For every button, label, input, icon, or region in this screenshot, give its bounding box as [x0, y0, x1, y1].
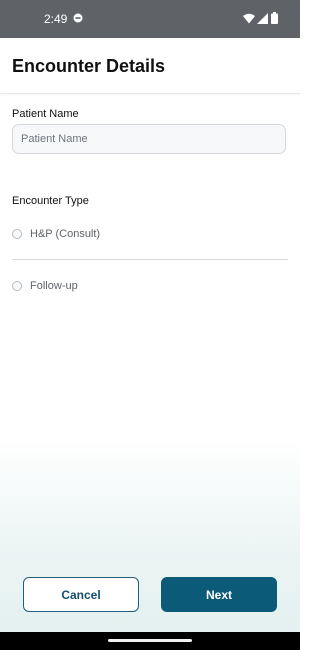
header: Encounter Details — [0, 38, 300, 94]
divider — [12, 259, 288, 260]
patient-name-input[interactable] — [12, 124, 286, 154]
encounter-type-option-follow-up[interactable]: Follow-up — [12, 278, 78, 294]
radio-unchecked-icon[interactable] — [12, 229, 22, 239]
system-navigation-bar — [0, 632, 300, 650]
radio-unchecked-icon[interactable] — [12, 281, 22, 291]
encounter-type-label: Encounter Type — [12, 195, 89, 207]
encounter-details-screen: 2:49 Encounter Details Patient Name Enco… — [0, 0, 300, 650]
app-notification-icon — [73, 13, 83, 23]
home-gesture-handle[interactable] — [108, 639, 192, 642]
next-button[interactable]: Next — [161, 577, 277, 612]
status-bar: 2:49 — [0, 0, 300, 38]
status-time: 2:49 — [44, 12, 68, 26]
radio-option-label: Follow-up — [30, 280, 78, 292]
cancel-button[interactable]: Cancel — [23, 577, 139, 612]
patient-name-label: Patient Name — [12, 108, 79, 120]
signal-icon — [257, 13, 268, 24]
wifi-icon — [243, 13, 255, 24]
battery-icon — [271, 12, 278, 24]
encounter-type-option-hp-consult[interactable]: H&P (Consult) — [12, 226, 100, 242]
radio-option-label: H&P (Consult) — [30, 228, 101, 240]
page-title: Encounter Details — [12, 56, 166, 76]
